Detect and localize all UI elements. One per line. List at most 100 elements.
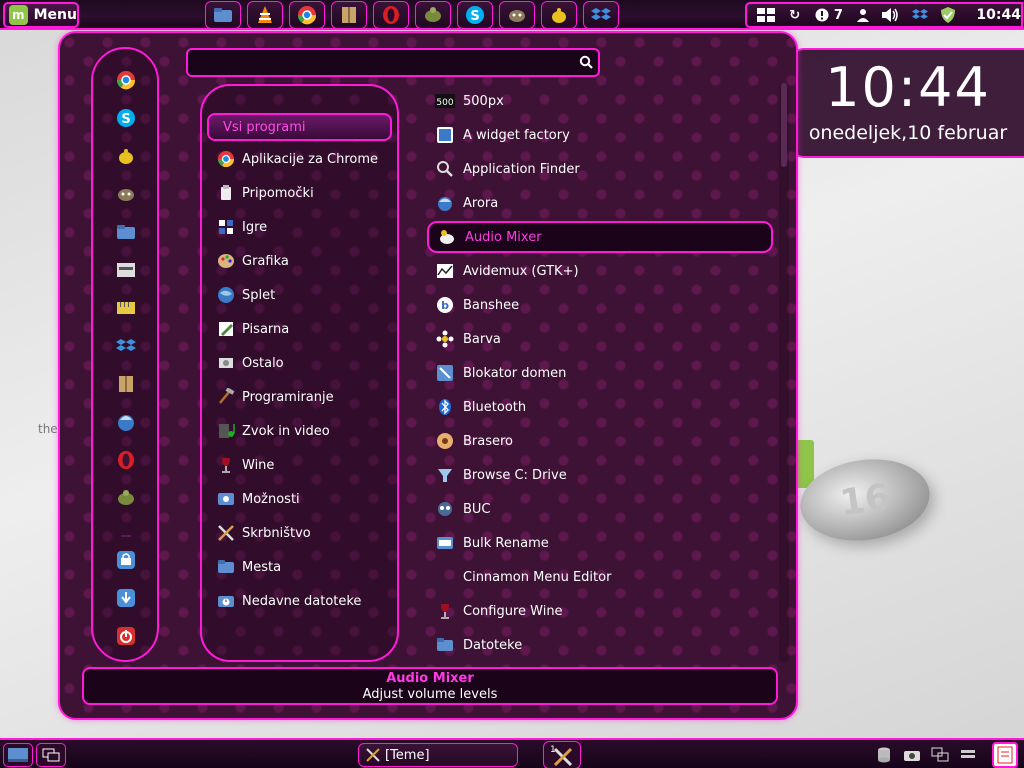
app-item[interactable]: Avidemux (GTK+): [435, 255, 775, 287]
app-item[interactable]: BUC: [435, 493, 775, 525]
volume-icon[interactable]: [882, 6, 900, 24]
fav-ruler[interactable]: [115, 297, 137, 319]
category-item[interactable]: Ostalo: [216, 348, 396, 378]
category-item[interactable]: Programiranje: [216, 382, 396, 412]
app-label: 500px: [463, 93, 504, 109]
category-item[interactable]: Skrbništvo: [216, 518, 396, 548]
workspace-switcher-icon[interactable]: [757, 6, 775, 24]
archive-icon: [119, 376, 133, 392]
gimp-icon: [118, 189, 134, 201]
games-icon: [216, 217, 236, 237]
gimp-launcher[interactable]: [499, 1, 535, 29]
category-item[interactable]: Mesta: [216, 552, 396, 582]
fav-gimp[interactable]: [115, 183, 137, 205]
opera-launcher[interactable]: [373, 1, 409, 29]
turtle-launcher[interactable]: [415, 1, 451, 29]
graphics-icon: [216, 251, 236, 271]
notes-button[interactable]: [992, 742, 1018, 768]
bottom-tray: [875, 743, 977, 767]
archive-launcher[interactable]: [331, 1, 367, 29]
user-icon[interactable]: [855, 6, 870, 24]
category-item[interactable]: Pisarna: [216, 314, 396, 344]
app-item[interactable]: Barva: [435, 323, 775, 355]
files-launcher[interactable]: [205, 1, 241, 29]
app-item[interactable]: Browse C: Drive: [435, 459, 775, 491]
fav-archive[interactable]: [115, 373, 137, 395]
arora-icon: [435, 193, 455, 213]
fav-scanner[interactable]: [115, 259, 137, 281]
fav-shutdown[interactable]: [115, 625, 137, 647]
search-input[interactable]: [188, 50, 558, 74]
app-item[interactable]: Configure Wine: [435, 595, 775, 627]
storage-icon[interactable]: [959, 746, 977, 764]
category-item[interactable]: Splet: [216, 280, 396, 310]
vlc-launcher[interactable]: [247, 1, 283, 29]
category-item[interactable]: Wine: [216, 450, 396, 480]
category-item[interactable]: Nedavne datoteke: [216, 586, 396, 616]
fav-opera[interactable]: [115, 449, 137, 471]
camera-icon[interactable]: [903, 746, 921, 764]
app-item[interactable]: Blokator domen: [435, 357, 775, 389]
fav-chrome[interactable]: [115, 69, 137, 91]
app-item[interactable]: Bluetooth: [435, 391, 775, 423]
skype-launcher[interactable]: S: [457, 1, 493, 29]
refresh-icon[interactable]: ↻: [787, 6, 802, 24]
display-icon[interactable]: [931, 746, 949, 764]
app-item[interactable]: Brasero: [435, 425, 775, 457]
app-label: Cinnamon Menu Editor: [463, 569, 612, 585]
search-icon[interactable]: [579, 55, 593, 69]
app-item[interactable]: 500 500px: [435, 85, 775, 117]
update-alert-icon[interactable]: [814, 6, 829, 24]
category-all-programs[interactable]: Vsi programi: [207, 113, 392, 141]
category-item[interactable]: Pripomočki: [216, 178, 396, 208]
category-item[interactable]: Možnosti: [216, 484, 396, 514]
panel-clock[interactable]: 10:44: [976, 7, 1021, 23]
svg-text:S: S: [470, 9, 479, 24]
administration-icon: [216, 523, 236, 543]
app-item[interactable]: Application Finder: [435, 153, 775, 185]
chrome-icon: [116, 71, 136, 90]
workspace-indicator[interactable]: 1: [543, 741, 581, 768]
app-item[interactable]: Arora: [435, 187, 775, 219]
bulk-rename-icon: [435, 533, 455, 553]
category-item[interactable]: Grafika: [216, 246, 396, 276]
category-item[interactable]: Aplikacije za Chrome: [216, 144, 396, 174]
app-item[interactable]: Cinnamon Menu Editor: [435, 561, 775, 593]
taskbar-item-themes[interactable]: [Teme]: [358, 743, 518, 767]
fav-turtle[interactable]: [115, 487, 137, 509]
dropbox-tray-icon[interactable]: [912, 6, 929, 24]
app-item[interactable]: A widget factory: [435, 119, 775, 151]
app-item[interactable]: b Banshee: [435, 289, 775, 321]
updates-count: 7: [833, 7, 843, 23]
fav-logout[interactable]: [115, 587, 137, 609]
category-label: Grafika: [242, 253, 289, 269]
app-item[interactable]: Audio Mixer: [427, 221, 773, 253]
dropbox-launcher[interactable]: [583, 1, 619, 29]
chrome-launcher[interactable]: [289, 1, 325, 29]
app-label: A widget factory: [463, 127, 570, 143]
category-item[interactable]: Zvok in video: [216, 416, 396, 446]
shield-icon[interactable]: [940, 6, 956, 24]
barva-icon: [435, 329, 455, 349]
desktop-icon-label: the: [38, 422, 58, 436]
fav-arora[interactable]: [115, 411, 137, 433]
tea-launcher[interactable]: [541, 1, 577, 29]
database-icon[interactable]: [875, 746, 893, 764]
app-label: Audio Mixer: [465, 229, 542, 245]
fav-skype[interactable]: S: [115, 107, 137, 129]
fav-lock-screen[interactable]: [115, 549, 137, 571]
category-label: Pisarna: [242, 321, 290, 337]
fav-files[interactable]: [115, 221, 137, 243]
app-finder-icon: [435, 159, 455, 179]
app-item[interactable]: Bulk Rename: [435, 527, 775, 559]
applications-scrollbar[interactable]: [779, 83, 789, 663]
fav-tea[interactable]: [115, 145, 137, 167]
show-desktop-button[interactable]: [3, 743, 33, 767]
app-item[interactable]: Datoteke: [435, 629, 775, 661]
window-list-button[interactable]: [36, 743, 66, 767]
fav-dropbox[interactable]: [115, 335, 137, 357]
menu-button[interactable]: m Menu: [3, 2, 79, 28]
archive-icon: [342, 7, 356, 23]
scrollbar-thumb[interactable]: [781, 83, 787, 167]
category-item[interactable]: Igre: [216, 212, 396, 242]
